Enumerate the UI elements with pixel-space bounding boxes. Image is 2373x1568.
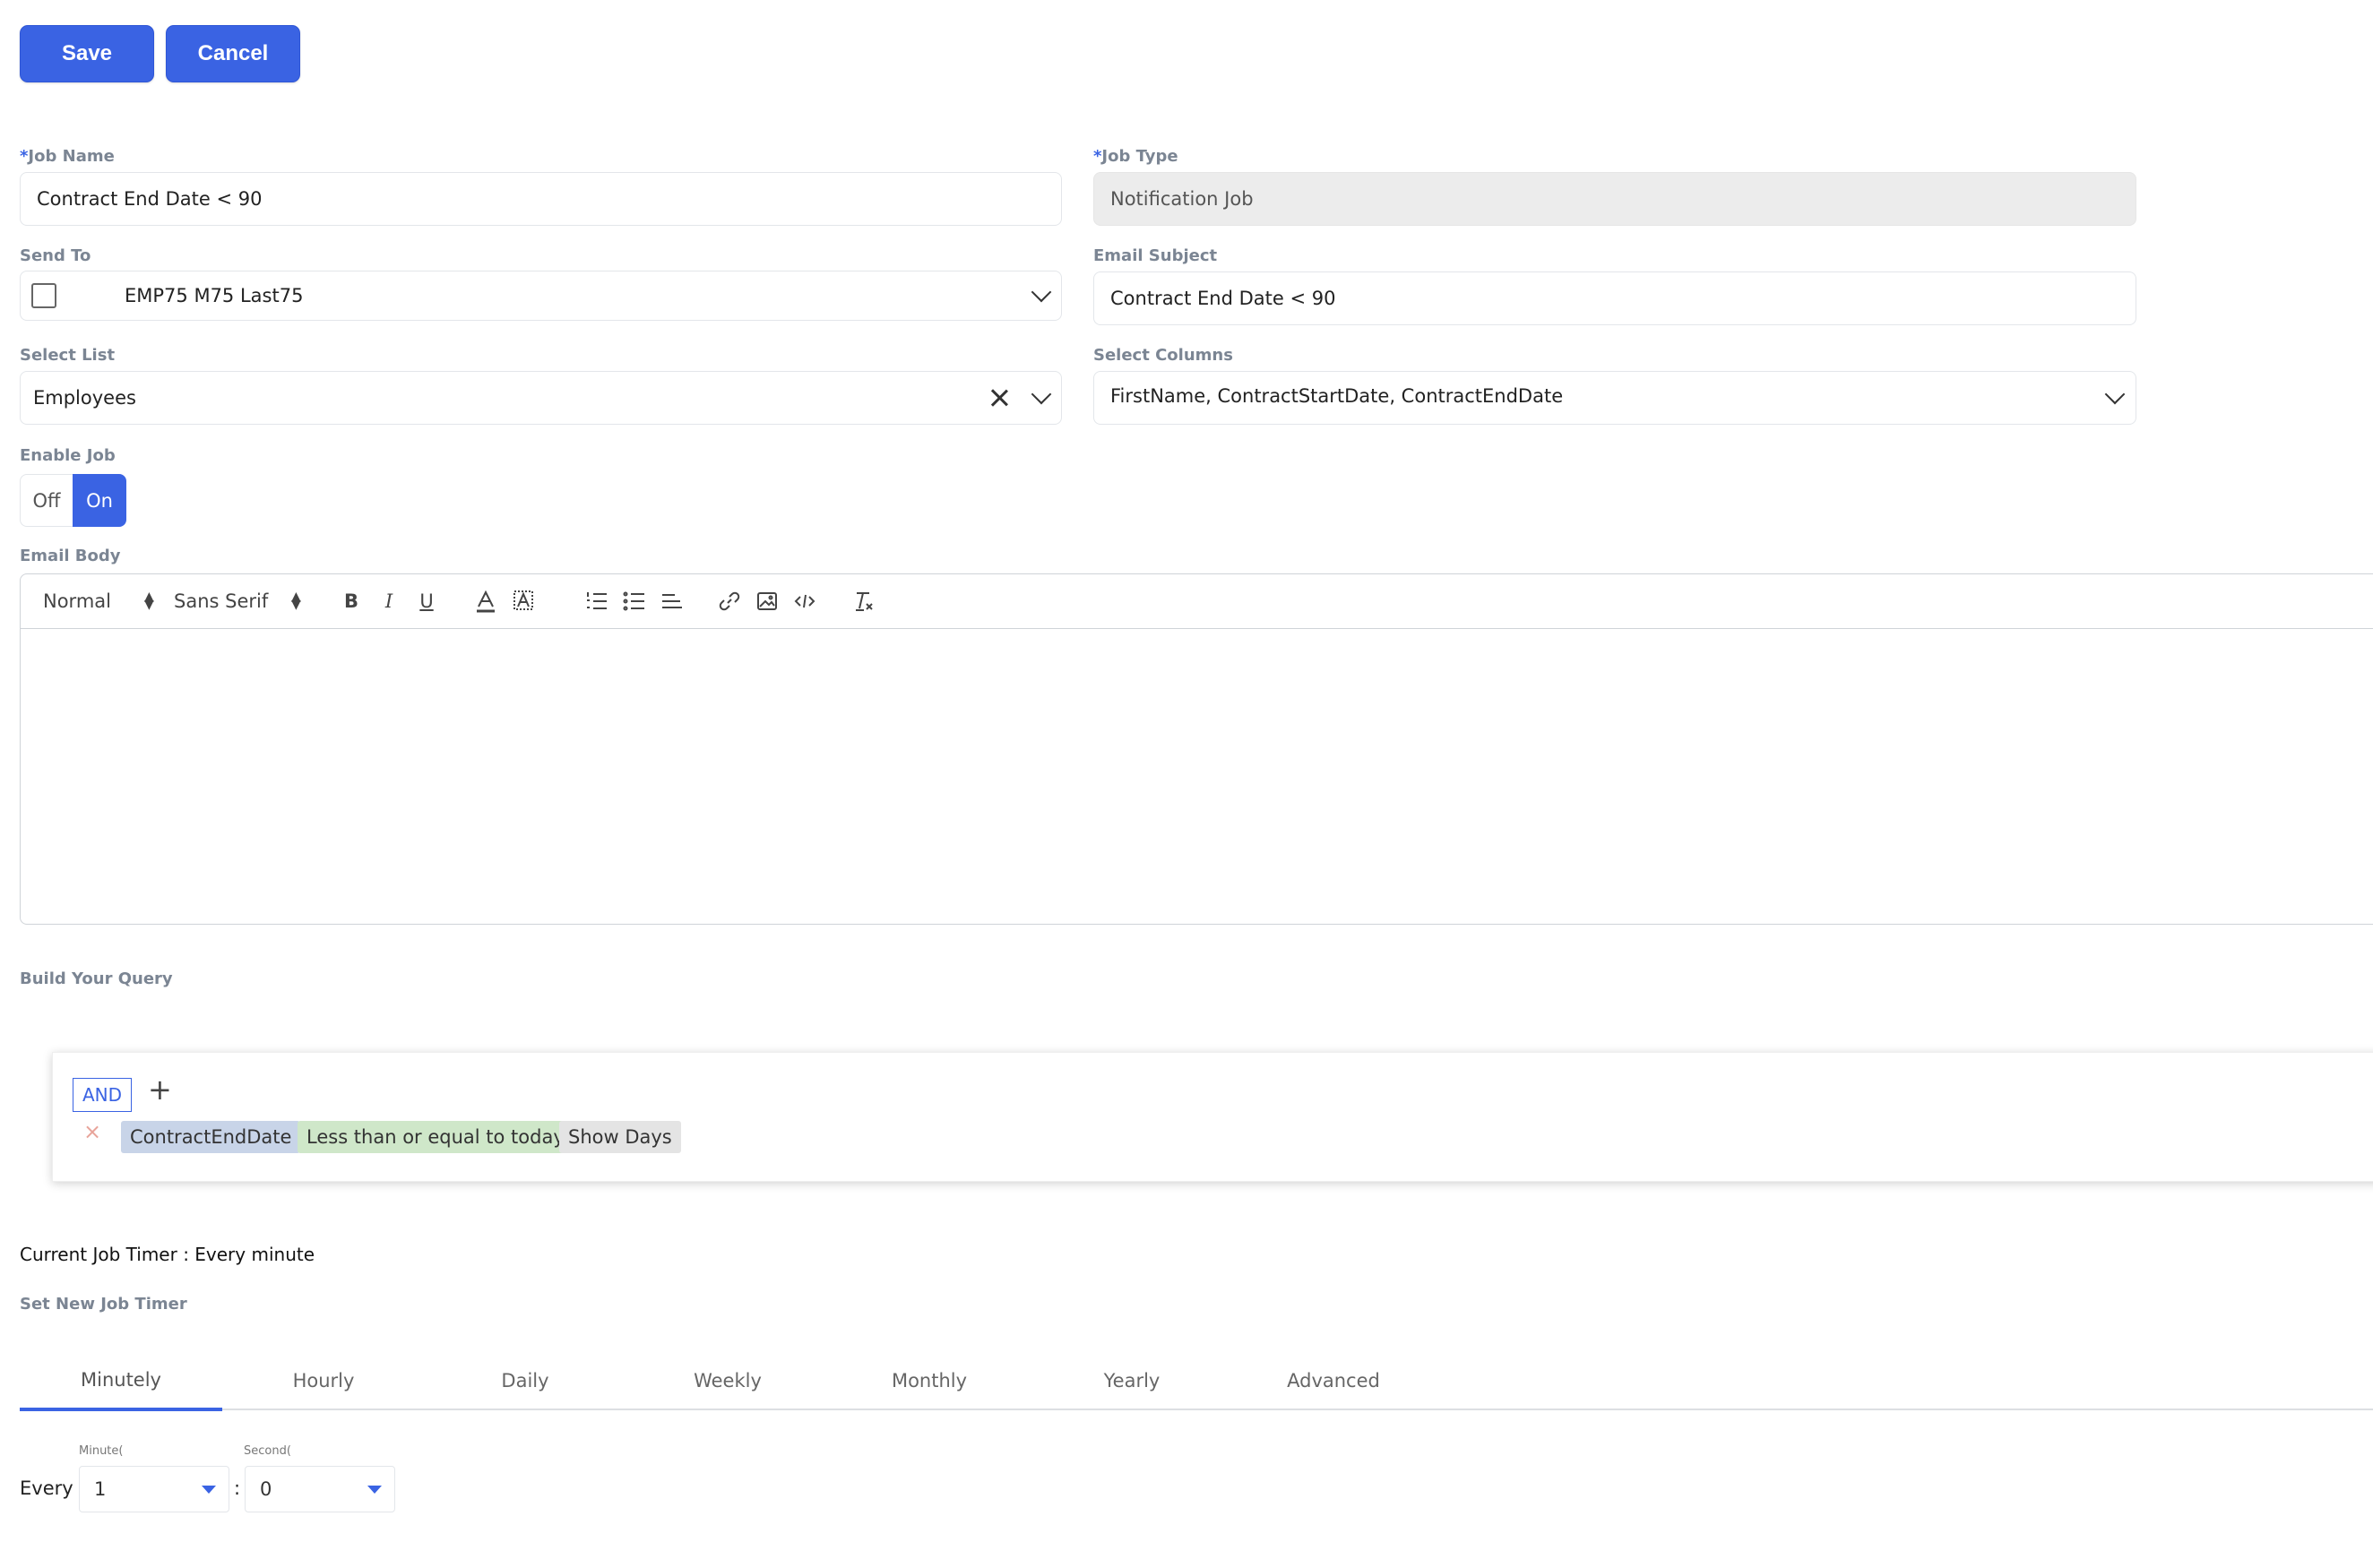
caret-down-icon — [367, 1486, 382, 1494]
send-to-dropdown[interactable]: EMP75 M75 Last75 — [20, 271, 1062, 321]
job-type-input: Notification Job — [1093, 172, 2136, 226]
editor-toolbar: Normal ▲ ▼ Sans Serif ▲ ▼ B I U — [21, 574, 2373, 629]
combinator-and-button[interactable]: AND — [73, 1078, 132, 1112]
email-subject-value: Contract End Date < 90 — [1110, 288, 1336, 309]
chevron-down-icon — [2104, 383, 2126, 405]
seconds-label: Second( — [244, 1444, 291, 1458]
header-select-value: Normal — [43, 590, 111, 612]
chevron-down-icon — [1031, 281, 1052, 303]
enable-job-label: Enable Job — [20, 446, 116, 465]
select-list-label: Select List — [20, 346, 116, 365]
minutes-select[interactable]: 1 — [79, 1466, 229, 1512]
seconds-select[interactable]: 0 — [245, 1466, 395, 1512]
code-icon[interactable] — [791, 587, 818, 616]
clear-icon[interactable] — [988, 387, 1010, 409]
tab-minutely[interactable]: Minutely — [20, 1351, 222, 1411]
current-job-timer: Current Job Timer : Every minute — [20, 1244, 315, 1265]
email-body-content[interactable] — [21, 629, 2373, 924]
underline-icon[interactable]: U — [413, 587, 440, 616]
job-name-input[interactable]: Contract End Date < 90 — [20, 172, 1062, 226]
cancel-button[interactable]: Cancel — [166, 25, 300, 82]
email-body-editor[interactable]: Normal ▲ ▼ Sans Serif ▲ ▼ B I U — [20, 573, 2373, 925]
send-to-value: EMP75 M75 Last75 — [125, 285, 304, 306]
text-color-icon[interactable] — [472, 587, 499, 616]
chevron-down-icon — [1031, 383, 1052, 405]
font-select[interactable]: Sans Serif — [174, 587, 299, 616]
email-subject-label: Email Subject — [1093, 246, 1218, 265]
send-to-checkbox[interactable] — [31, 283, 56, 308]
ordered-list-icon[interactable] — [583, 587, 610, 616]
rule-field-chip[interactable]: ContractEndDate — [121, 1121, 301, 1153]
every-label: Every — [20, 1478, 73, 1499]
font-select-value: Sans Serif — [174, 590, 269, 612]
job-name-label: *Job Name — [20, 147, 115, 166]
query-builder: AND + × ContractEndDate Less than or equ… — [52, 1052, 2373, 1182]
align-icon[interactable] — [659, 587, 686, 616]
bold-icon[interactable]: B — [338, 587, 365, 616]
updown-icon: ▲ ▼ — [291, 590, 301, 612]
tab-hourly[interactable]: Hourly — [222, 1351, 425, 1410]
seconds-value: 0 — [260, 1478, 272, 1500]
select-columns-label: Select Columns — [1093, 346, 1233, 365]
rule-value-chip[interactable]: Show Days — [559, 1121, 681, 1153]
build-query-label: Build Your Query — [20, 969, 173, 988]
save-button[interactable]: Save — [20, 25, 154, 82]
job-name-value: Contract End Date < 90 — [37, 188, 263, 210]
select-columns-dropdown[interactable]: FirstName, ContractStartDate, ContractEn… — [1093, 371, 2136, 425]
job-type-label: *Job Type — [1093, 147, 1178, 166]
bullet-list-icon[interactable] — [621, 587, 648, 616]
tab-daily[interactable]: Daily — [424, 1351, 626, 1410]
set-job-timer-label: Set New Job Timer — [20, 1295, 187, 1314]
caret-down-icon — [202, 1486, 216, 1494]
updown-icon: ▲ ▼ — [144, 590, 154, 612]
select-list-dropdown[interactable]: Employees — [20, 371, 1062, 425]
rule-operator-chip[interactable]: Less than or equal to today — [298, 1121, 574, 1153]
remove-rule-icon[interactable]: × — [83, 1119, 101, 1144]
select-list-value: Employees — [33, 387, 136, 409]
timer-tabs: Minutely Hourly Daily Weekly Monthly Yea… — [20, 1351, 2373, 1411]
email-subject-input[interactable]: Contract End Date < 90 — [1093, 271, 2136, 325]
tab-monthly[interactable]: Monthly — [828, 1351, 1031, 1410]
email-body-label: Email Body — [20, 547, 121, 565]
minutes-label: Minute( — [79, 1444, 124, 1458]
tab-advanced[interactable]: Advanced — [1232, 1351, 1435, 1410]
select-columns-value: FirstName, ContractStartDate, ContractEn… — [1110, 385, 1564, 407]
enable-job-on[interactable]: On — [73, 474, 126, 527]
header-select[interactable]: Normal — [43, 587, 151, 616]
enable-job-off[interactable]: Off — [20, 474, 73, 527]
italic-icon[interactable]: I — [375, 587, 402, 616]
background-color-icon[interactable] — [510, 587, 537, 616]
tab-yearly[interactable]: Yearly — [1031, 1351, 1233, 1410]
send-to-label: Send To — [20, 246, 91, 265]
clear-format-icon[interactable] — [850, 587, 877, 616]
job-type-value: Notification Job — [1110, 188, 1254, 210]
minutes-value: 1 — [94, 1478, 107, 1500]
image-icon[interactable] — [754, 587, 781, 616]
add-rule-icon[interactable]: + — [148, 1073, 172, 1107]
time-separator: : — [234, 1478, 241, 1499]
link-icon[interactable] — [716, 587, 743, 616]
tab-weekly[interactable]: Weekly — [626, 1351, 829, 1410]
